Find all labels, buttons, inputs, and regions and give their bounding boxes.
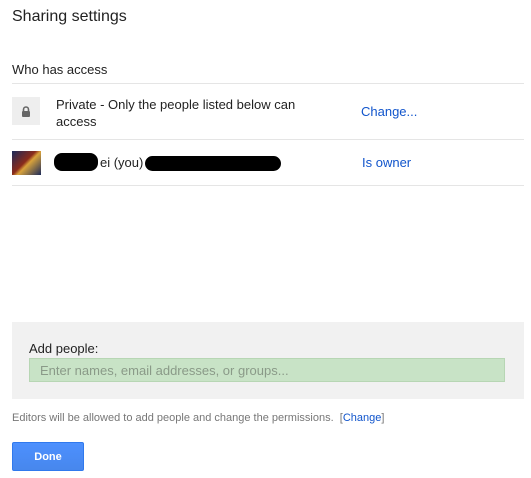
redacted-name-mark (54, 153, 98, 171)
redacted-email-mark (145, 156, 281, 171)
who-has-access-label: Who has access (12, 62, 108, 77)
lock-icon (22, 105, 30, 117)
owner-row: ei (you) Is owner (12, 151, 524, 175)
visibility-text-line1: Private - Only the people listed below c… (56, 97, 296, 112)
permissions-note: Editors will be allowed to add people an… (12, 412, 384, 424)
visibility-text: Private - Only the people listed below c… (56, 96, 295, 130)
done-button[interactable]: Done (12, 442, 84, 471)
dialog-title: Sharing settings (12, 8, 127, 25)
divider-middle (12, 139, 524, 140)
change-permissions-link[interactable]: Change (343, 412, 382, 424)
note-bracket-close: ] (381, 412, 385, 424)
lock-icon-box (12, 97, 40, 125)
permissions-note-text: Editors will be allowed to add people an… (12, 412, 334, 424)
divider-bottom (12, 185, 524, 186)
add-people-input[interactable] (29, 358, 505, 382)
user-avatar (12, 151, 41, 175)
visibility-text-line2: access (56, 114, 97, 129)
change-visibility-link[interactable]: Change... (361, 104, 417, 119)
add-people-panel: Add people: (12, 322, 524, 399)
owner-name: ei (you) (100, 155, 144, 170)
owner-role-label: Is owner (362, 155, 412, 170)
visibility-row: Private - Only the people listed below c… (12, 96, 524, 130)
divider-top (12, 83, 524, 84)
add-people-label: Add people: (29, 341, 99, 356)
